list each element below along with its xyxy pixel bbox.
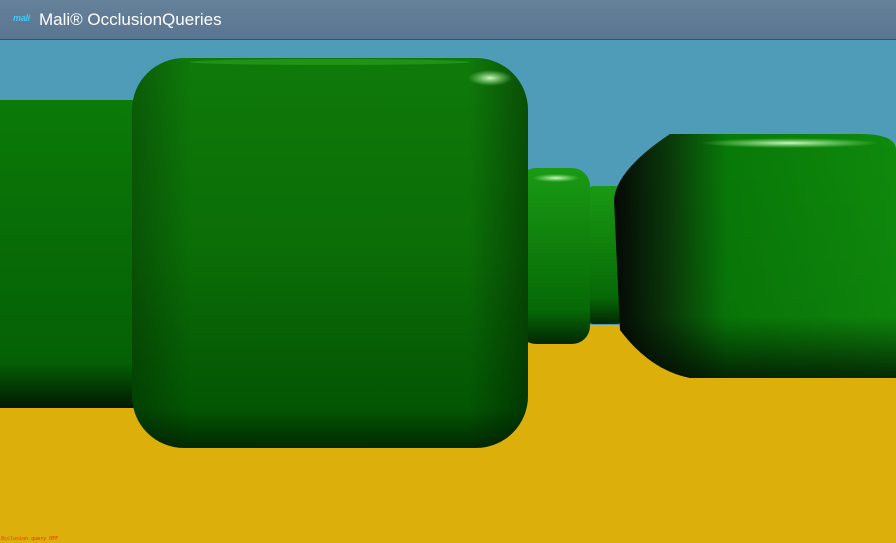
cube-main	[132, 58, 528, 448]
mali-logo-icon: mali	[13, 12, 30, 23]
app-title: Mali® OcclusionQueries	[39, 9, 222, 29]
title-bar: mali Mali® OcclusionQueries	[0, 0, 896, 40]
occlusion-status-text: Occlusion query OFF	[1, 536, 59, 542]
cube-far-medium	[518, 168, 590, 344]
cube-right	[614, 134, 896, 378]
render-viewport[interactable]	[0, 40, 896, 543]
